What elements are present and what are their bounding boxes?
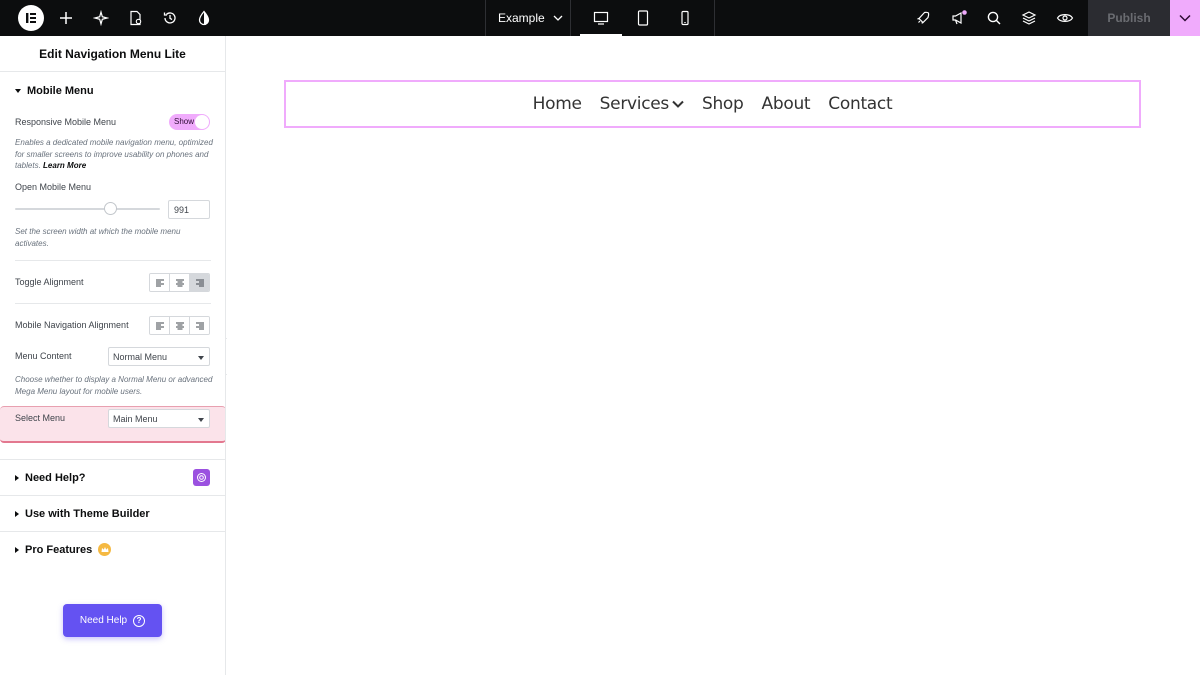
chevron-down-icon [672,100,684,108]
divider [0,531,225,532]
toggle-label: Show [174,117,195,126]
caret-down-icon [15,89,21,93]
announcements-icon[interactable] [949,8,969,28]
crown-icon [98,543,112,556]
support-icon[interactable] [193,469,210,486]
mobile-icon[interactable] [664,0,706,36]
page-selector[interactable]: Example [486,0,570,36]
nav-item-shop[interactable]: Shop [702,94,744,114]
top-bar: Example Publish [0,0,1200,36]
divider [0,459,225,460]
menu-content-select[interactable]: Normal Menu [108,347,210,366]
align-left-icon [155,279,164,286]
add-element-icon[interactable] [56,8,76,28]
align-left-button[interactable] [150,317,170,334]
align-right-icon [195,279,204,286]
open-mobile-menu-label: Open Mobile Menu [15,182,92,192]
nav-item-about[interactable]: About [762,94,811,114]
align-center-icon [175,322,184,329]
section-label: Pro Features [25,543,93,556]
rocket-icon[interactable] [913,8,933,28]
elementor-logo-icon[interactable] [18,5,44,31]
section-label: Use with Theme Builder [25,508,150,520]
chevron-down-icon [1179,14,1191,22]
page-settings-icon[interactable] [126,8,146,28]
section-label: Need Help? [25,472,86,484]
editor-panel: Edit Navigation Menu Lite Mobile Menu Re… [0,36,226,675]
select-menu-label: Select Menu [15,413,66,423]
site-settings-icon[interactable] [194,8,214,28]
align-center-button[interactable] [170,274,190,291]
align-right-button[interactable] [190,317,209,334]
nav-item-home[interactable]: Home [533,94,582,114]
learn-more-link[interactable]: Learn More [43,161,86,170]
desktop-icon[interactable] [580,0,622,36]
align-left-button[interactable] [150,274,170,291]
toggle-alignment-control [149,273,210,292]
history-icon[interactable] [160,8,180,28]
divider [0,495,225,496]
tablet-icon[interactable] [622,0,664,36]
panel-title: Edit Navigation Menu Lite [0,36,225,72]
menu-content-help: Choose whether to display a Normal Menu … [15,375,213,396]
ai-sparkle-icon[interactable] [91,8,111,28]
section-need-help[interactable]: Need Help? [15,472,86,484]
toggle-knob [195,115,209,129]
structure-icon[interactable] [1019,8,1039,28]
navigation-menu-widget[interactable]: Home Services Shop About Contact [284,80,1141,128]
publish-button[interactable]: Publish [1088,0,1170,36]
need-help-button[interactable]: Need Help ? [63,604,162,637]
select-value: Main Menu [113,414,158,424]
separator [570,0,571,36]
nav-item-services[interactable]: Services [600,94,684,114]
responsive-help-text: Enables a dedicated mobile navigation me… [15,138,213,170]
mobile-nav-alignment-control [149,316,210,335]
open-mobile-menu-input[interactable]: 991 [168,200,210,219]
caret-right-icon [15,511,19,517]
slider-thumb[interactable] [104,202,117,215]
caret-right-icon [15,546,19,553]
responsive-mobile-menu-toggle[interactable]: Show [169,114,210,130]
section-theme-builder[interactable]: Use with Theme Builder [15,508,150,520]
preview-icon[interactable] [1055,8,1075,28]
select-menu-select[interactable]: Main Menu [108,409,210,428]
responsive-mobile-menu-label: Responsive Mobile Menu [15,117,117,127]
align-left-icon [155,322,164,329]
preview-canvas: Home Services Shop About Contact [227,36,1200,675]
separator [714,0,715,36]
mobile-navigation-alignment-label: Mobile Navigation Alignment [15,320,129,330]
toggle-alignment-label: Toggle Alignment [15,277,84,287]
align-right-icon [195,322,204,329]
menu-content-label: Menu Content [15,351,72,361]
nav-item-contact[interactable]: Contact [828,94,892,114]
align-center-icon [175,279,184,286]
open-mobile-menu-slider[interactable] [15,208,160,210]
divider [15,303,211,304]
section-pro-features[interactable]: Pro Features [15,543,112,556]
chevron-down-icon [553,15,563,21]
search-icon[interactable] [984,8,1004,28]
need-help-label: Need Help [79,615,128,626]
open-mobile-menu-help: Set the screen width at which the mobile… [15,227,181,248]
question-icon: ? [133,614,146,627]
dropdown-arrow-icon [198,418,204,422]
dropdown-arrow-icon [198,356,204,360]
caret-right-icon [15,475,19,481]
divider [15,260,211,261]
section-label: Mobile Menu [27,85,94,97]
align-right-button[interactable] [190,274,209,291]
publish-options-button[interactable] [1170,0,1200,36]
select-value: Normal Menu [113,352,168,362]
page-name: Example [498,11,545,25]
align-center-button[interactable] [170,317,190,334]
section-mobile-menu[interactable]: Mobile Menu [15,85,94,97]
